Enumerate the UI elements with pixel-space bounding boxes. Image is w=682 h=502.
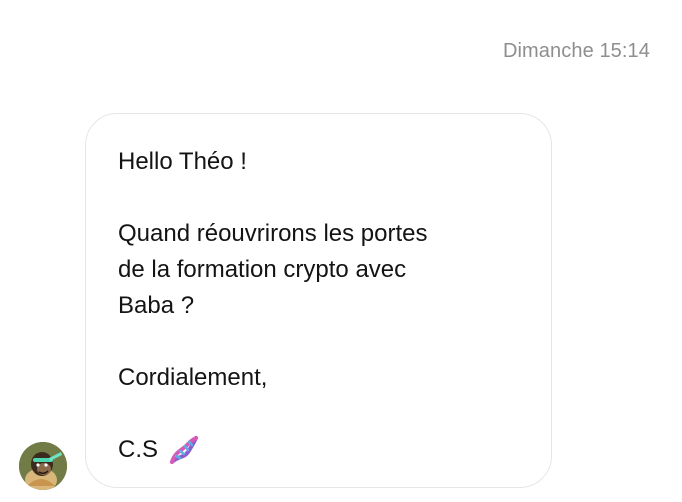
line-spacer xyxy=(118,324,519,360)
message-greeting: Hello Théo ! xyxy=(118,148,247,175)
message-signature: C.S xyxy=(118,432,519,468)
signature-text: C.S xyxy=(118,436,159,463)
line-spacer xyxy=(118,396,519,432)
message-timestamp: Dimanche 15:14 xyxy=(502,40,650,62)
message-body-line: de la formation crypto avec xyxy=(118,256,407,283)
dna-emoji-icon xyxy=(166,432,202,468)
message-body-line: Baba ? xyxy=(118,292,195,319)
ape-avatar-icon[interactable] xyxy=(19,442,67,490)
message-body-line: Quand réouvrirons les portes xyxy=(118,220,428,247)
message-closing: Cordialement, xyxy=(118,364,268,391)
line-spacer xyxy=(118,180,519,216)
message-bubble[interactable]: Hello Théo ! Quand réouvrirons les porte… xyxy=(85,113,552,488)
